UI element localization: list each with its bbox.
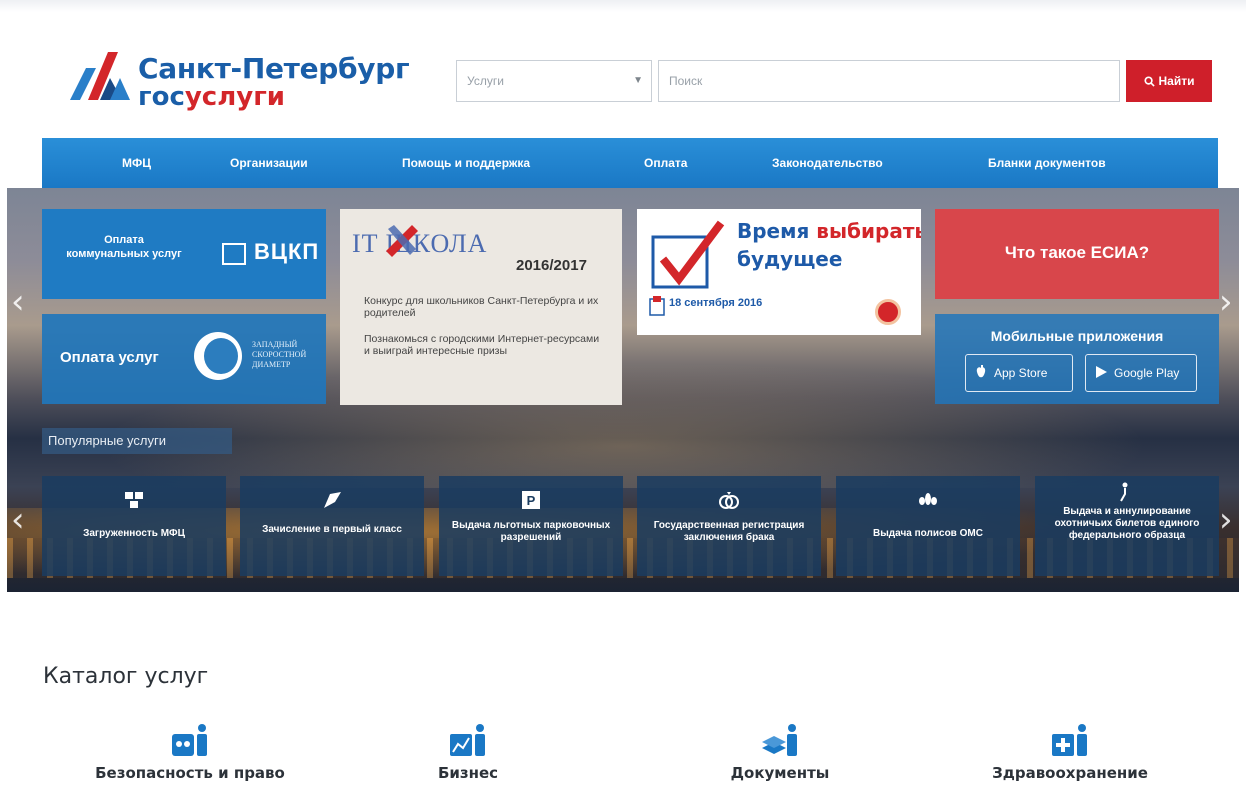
app-store-label: App Store: [994, 366, 1048, 380]
search-placeholder: Поиск: [669, 74, 703, 88]
esia-label: Что такое ЕСИА?: [1004, 243, 1150, 262]
top-shadow: [0, 0, 1246, 12]
catalog-item-documents[interactable]: Документы: [700, 722, 860, 782]
catalog-item-healthcare[interactable]: Здравоохранение: [960, 722, 1180, 782]
site-logo[interactable]: Санкт-Петербург госуслуги: [70, 48, 410, 114]
vckp-brand: ВЦКП: [254, 239, 320, 264]
nav-item-forms[interactable]: Бланки документов: [988, 156, 1106, 170]
logo-subtitle: госуслуги: [138, 82, 285, 112]
flag-icon: [240, 490, 424, 512]
it-school-logo-icon: [386, 225, 418, 257]
search-button[interactable]: Найти: [1126, 60, 1212, 102]
service-label: Выдача и аннулирование охотничьих билето…: [1054, 506, 1200, 541]
catalog-item-label: Документы: [730, 764, 830, 782]
documents-icon: [762, 724, 797, 756]
mobile-apps-label: Мобильные приложения: [990, 328, 1164, 344]
banner-mobile-apps: Мобильные приложения App Store Google Pl…: [935, 314, 1219, 404]
elections-word: Время: [737, 219, 810, 243]
search-input[interactable]: Поиск: [658, 60, 1120, 102]
google-play-button[interactable]: Google Play: [1085, 354, 1197, 392]
service-mfc-load[interactable]: Загруженность МФЦ: [42, 476, 226, 576]
catalog-title: Каталог услуг: [43, 664, 209, 689]
lotus-icon: [836, 490, 1020, 512]
catalog-item-label: Безопасность и право: [95, 764, 285, 782]
zsd-caption-line: СКОРОСТНОЙ: [252, 350, 307, 359]
service-school-enrollment[interactable]: Зачисление в первый класс: [240, 476, 424, 576]
checkbox-vote-icon: [651, 220, 725, 289]
arrow-left-icon[interactable]: ‹: [11, 500, 25, 540]
logo-title: Санкт-Петербург: [138, 52, 410, 85]
app-store-button[interactable]: App Store: [965, 354, 1073, 392]
it-school-desc: Конкурс для школьников Санкт-Петербурга …: [364, 295, 599, 319]
elections-date: 18 сентября 2016: [669, 297, 763, 309]
elections-subtitle: будущее: [737, 247, 843, 271]
service-label: Выдача льготных парковочных разрешений: [451, 520, 611, 543]
logo-mark-icon: [70, 52, 130, 100]
medical-icon: [1052, 724, 1087, 756]
arrow-left-icon[interactable]: ‹: [11, 282, 25, 322]
elections-title: Время выбирать: [737, 219, 921, 243]
service-type-value: Услуги: [467, 74, 504, 88]
popular-services-title: Популярные услуги: [42, 428, 232, 454]
nav-item-legislation[interactable]: Законодательство: [772, 156, 883, 170]
banner-esia[interactable]: Что такое ЕСИА?: [935, 209, 1219, 299]
users-icon: [42, 490, 226, 512]
banner-utilities-payment[interactable]: Оплата коммунальных услуг ВЦКП: [42, 209, 326, 299]
arrow-right-icon[interactable]: ›: [1219, 282, 1233, 322]
nav-item-payment[interactable]: Оплата: [644, 156, 687, 170]
banner-utilities-label: Оплата коммунальных услуг: [66, 234, 182, 260]
banner-zsd-label: Оплата услуг: [60, 349, 159, 366]
service-type-select[interactable]: Услуги ▼: [456, 60, 652, 102]
parking-icon: P: [439, 490, 623, 512]
google-play-label: Google Play: [1114, 366, 1180, 380]
logo-sub-uslugi: услуги: [184, 82, 286, 112]
nav-item-mfc[interactable]: МФЦ: [122, 156, 151, 170]
zsd-caption-line: ДИАМЕТР: [252, 360, 291, 369]
apple-icon: [976, 365, 986, 378]
catalog-item-label: Здравоохранение: [992, 764, 1148, 782]
banner-zsd-payment[interactable]: Оплата услуг ЗАПАДНЫЙ СКОРОСТНОЙ ДИАМЕТР: [42, 314, 326, 404]
elections-seal-icon: [875, 299, 901, 325]
catalog-item-business[interactable]: Бизнес: [408, 722, 528, 782]
service-label: Загруженность МФЦ: [83, 528, 185, 539]
page: Санкт-Петербург госуслуги Услуги ▼ Поиск…: [0, 0, 1246, 812]
banner-elections[interactable]: Время выбирать будущее 18 сентября 2016: [637, 209, 921, 335]
elections-word: выбирать: [816, 219, 921, 243]
logo-sub-gos: гос: [138, 82, 185, 112]
service-label: Зачисление в первый класс: [262, 524, 402, 535]
catalog-item-security-law[interactable]: Безопасность и право: [70, 722, 310, 782]
catalog-item-label: Бизнес: [437, 764, 499, 782]
zsd-caption-line: ЗАПАДНЫЙ: [252, 340, 298, 349]
chart-icon: [450, 724, 485, 756]
service-parking-permits[interactable]: P Выдача льготных парковочных разрешений: [439, 476, 623, 576]
zsd-caption: ЗАПАДНЫЙ СКОРОСТНОЙ ДИАМЕТР: [252, 340, 306, 370]
nav-item-help[interactable]: Помощь и поддержка: [402, 156, 530, 170]
service-marriage-registration[interactable]: Государственная регистрация заключения б…: [637, 476, 821, 576]
arrow-right-icon[interactable]: ›: [1219, 500, 1233, 540]
rings-icon: [637, 490, 821, 512]
search-button-label: Найти: [1158, 74, 1195, 88]
nav-item-organizations[interactable]: Организации: [230, 156, 308, 170]
zsd-logo-icon: [194, 332, 242, 380]
svg-text:P: P: [527, 493, 536, 508]
vckp-logo-icon: [222, 243, 246, 265]
it-school-year: 2016/2017: [516, 257, 587, 274]
ballot-icon: [649, 296, 665, 316]
service-oms-policy[interactable]: Выдача полисов ОМС: [836, 476, 1020, 576]
banner-it-school[interactable]: IT ШКОЛА 2016/2017 Конкурс для школьнико…: [340, 209, 622, 405]
it-school-desc: Познакомься с городскими Интернет-ресурс…: [364, 333, 600, 357]
service-label: Выдача полисов ОМС: [873, 528, 983, 539]
chevron-down-icon: ▼: [633, 75, 643, 86]
hunter-icon: [1035, 482, 1219, 504]
service-hunting-licenses[interactable]: Выдача и аннулирование охотничьих билето…: [1035, 476, 1219, 576]
hero-banner: ‹ › ‹ › Оплата коммунальных услуг ВЦКП О…: [7, 188, 1239, 592]
google-play-icon: [1096, 366, 1107, 378]
main-nav: МФЦ Организации Помощь и поддержка Оплат…: [42, 138, 1218, 188]
scales-icon: [172, 724, 207, 756]
service-label: Государственная регистрация заключения б…: [653, 520, 805, 543]
search-icon: [1143, 76, 1155, 87]
